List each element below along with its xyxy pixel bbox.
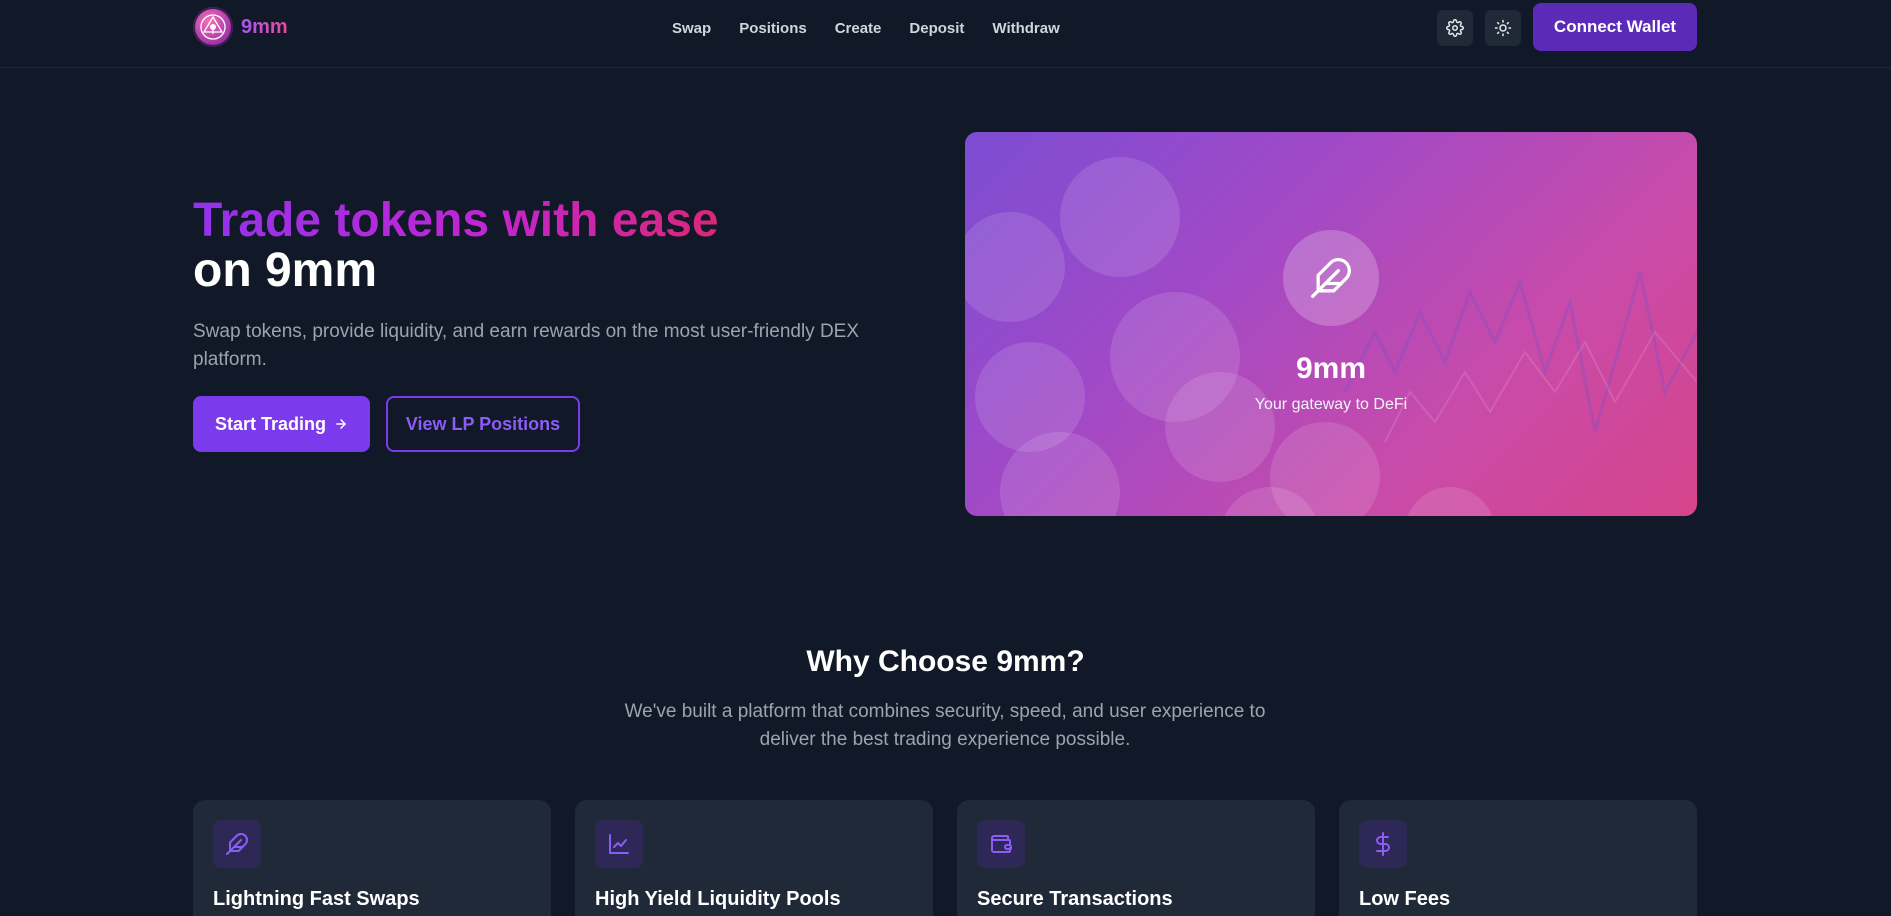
feature-card: High Yield Liquidity Pools <box>575 800 933 916</box>
nav-create[interactable]: Create <box>835 20 882 37</box>
feature-title: High Yield Liquidity Pools <box>595 888 841 910</box>
feature-icon-box <box>977 820 1025 868</box>
nav-deposit[interactable]: Deposit <box>909 20 964 37</box>
hero-title-plain: on 9mm <box>193 244 378 297</box>
brand[interactable]: 9mm <box>193 7 288 47</box>
feature-card: Low Fees <box>1339 800 1697 916</box>
feature-title: Lightning Fast Swaps <box>213 888 420 910</box>
theme-toggle-button[interactable] <box>1485 10 1521 46</box>
hero-card-subtitle: Your gateway to DeFi <box>1254 396 1408 413</box>
feature-title: Low Fees <box>1359 888 1451 910</box>
nav-positions[interactable]: Positions <box>739 20 807 37</box>
hero-card-content: 9mm Your gateway to DeFi <box>965 132 1697 516</box>
logo-icon <box>193 7 233 47</box>
feature-title: Secure Transactions <box>977 888 1173 910</box>
feature-card: Lightning Fast Swaps <box>193 800 551 916</box>
hero-title-gradient: Trade tokens with ease <box>193 194 719 247</box>
connect-wallet-button[interactable]: Connect Wallet <box>1533 3 1697 51</box>
feather-icon <box>226 833 248 855</box>
wallet-icon <box>991 835 1012 853</box>
gear-icon <box>1446 19 1464 37</box>
start-trading-label: Start Trading <box>214 413 326 434</box>
main-nav: Swap Positions Create Deposit Withdraw <box>672 14 1060 42</box>
brand-name: 9mm <box>241 15 288 38</box>
why-section-title: Why Choose 9mm? <box>806 645 1085 678</box>
hero-title: Trade tokens with ease on 9mm <box>193 196 719 296</box>
nav-withdraw[interactable]: Withdraw <box>992 20 1059 37</box>
feather-icon-badge <box>1283 230 1379 326</box>
feather-icon <box>1311 258 1351 298</box>
view-lp-positions-button[interactable]: View LP Positions <box>386 396 580 452</box>
hero-card-title: 9mm <box>1295 352 1367 385</box>
feature-icon-box <box>1359 820 1407 868</box>
page: 9mm Swap Positions Create Deposit Withdr… <box>0 0 1891 916</box>
dollar-icon <box>1376 832 1390 856</box>
why-section-subtitle: We've built a platform that combines sec… <box>624 701 1266 750</box>
arrow-right-icon <box>336 419 346 429</box>
chart-icon <box>609 834 629 854</box>
hero-subtitle: Swap tokens, provide liquidity, and earn… <box>193 321 860 370</box>
feature-icon-box <box>595 820 643 868</box>
sun-icon <box>1494 19 1512 37</box>
feature-card: Secure Transactions <box>957 800 1315 916</box>
nav-swap[interactable]: Swap <box>672 20 711 37</box>
hero-image-card: 9mm Your gateway to DeFi <box>965 132 1697 516</box>
settings-button[interactable] <box>1437 10 1473 46</box>
start-trading-button[interactable]: Start Trading <box>193 396 370 452</box>
top-navbar: 9mm Swap Positions Create Deposit Withdr… <box>0 0 1891 68</box>
feature-icon-box <box>213 820 261 868</box>
